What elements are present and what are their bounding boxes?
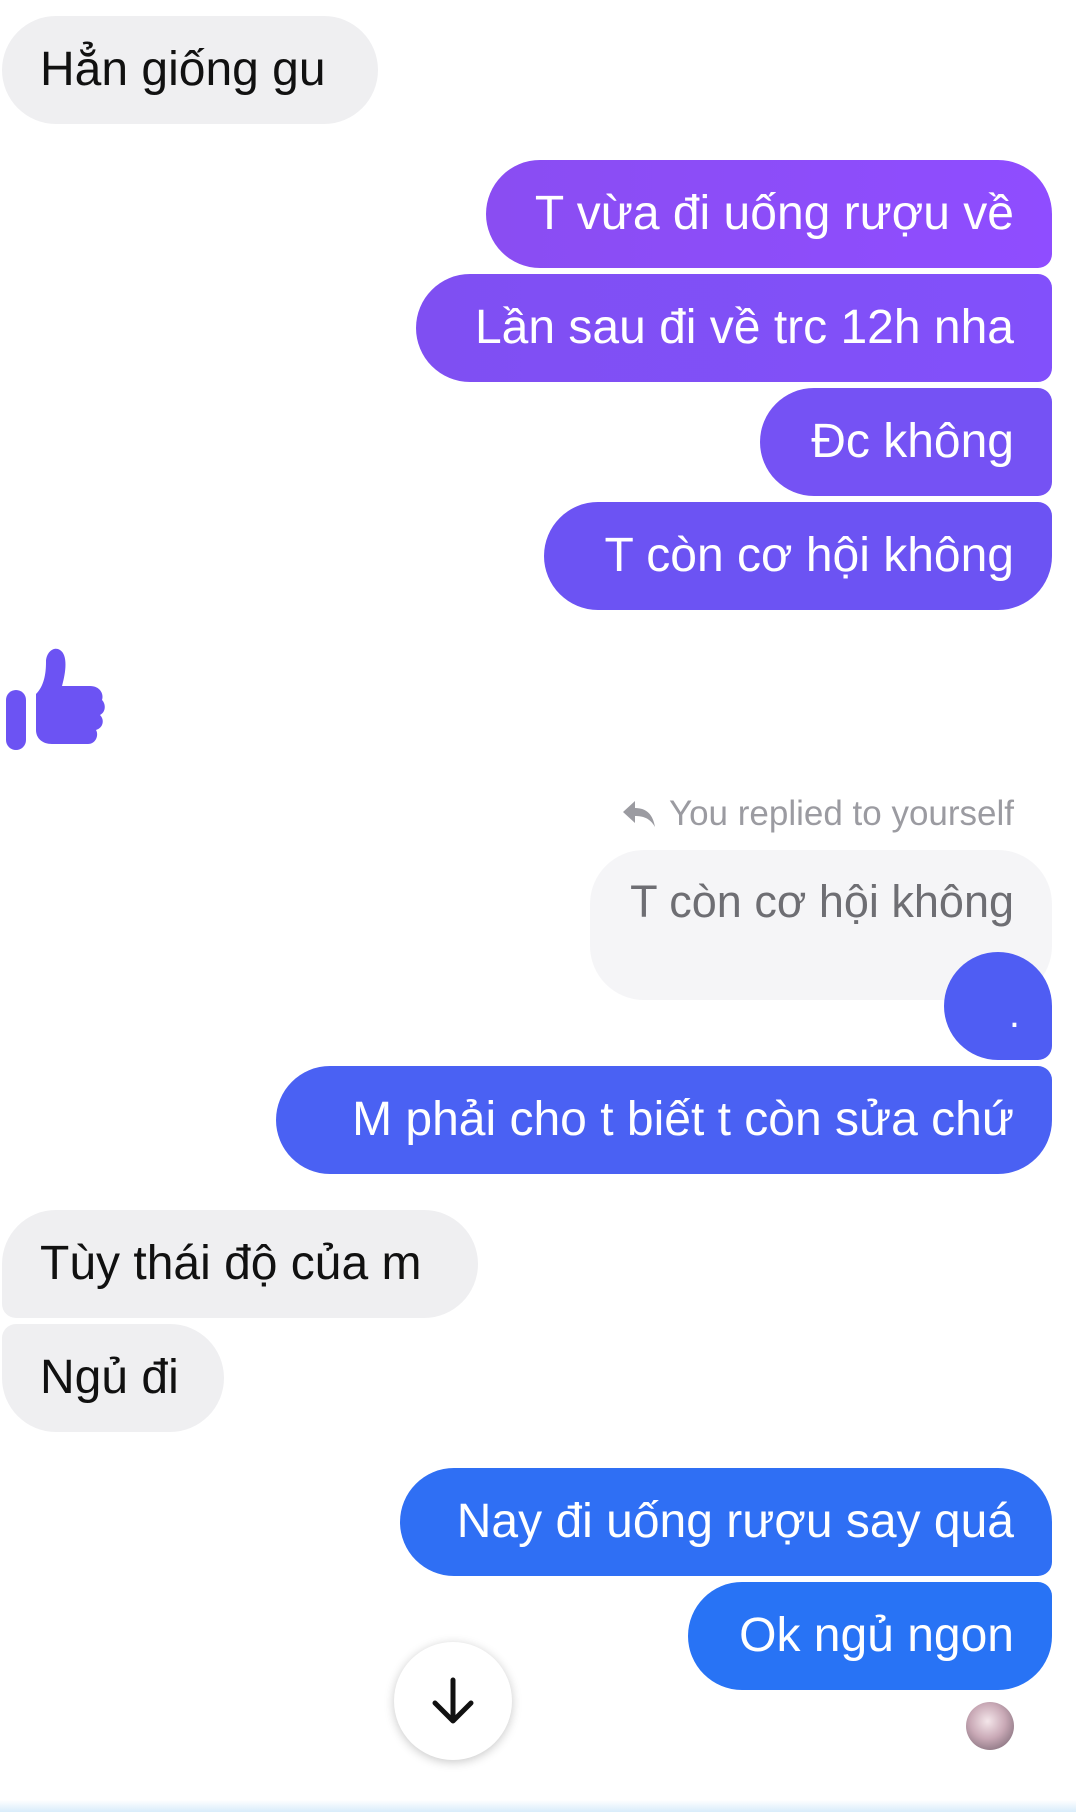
reply-arrow-icon [622,801,655,827]
message-outgoing[interactable]: T còn cơ hội không [544,502,1052,610]
message-incoming[interactable]: Ngủ đi [2,1324,224,1432]
message-outgoing[interactable]: Đc không [760,388,1052,496]
composer-edge [0,1800,1076,1812]
message-outgoing[interactable]: T vừa đi uống rượu về [486,160,1052,268]
message-incoming[interactable]: Hẳn giống gu [2,16,378,124]
message-text: . [1008,992,1020,1036]
message-outgoing[interactable]: M phải cho t biết t còn sửa chứ [276,1066,1052,1174]
seen-avatar [966,1702,1014,1750]
message-outgoing[interactable]: Ok ngủ ngon [688,1582,1052,1690]
message-incoming[interactable]: Tùy thái độ của m [2,1210,478,1318]
message-outgoing[interactable]: Nay đi uống rượu say quá [400,1468,1052,1576]
thumbs-up-icon[interactable] [4,644,108,754]
scroll-to-bottom-button[interactable] [394,1642,512,1760]
message-outgoing[interactable]: Lần sau đi về trc 12h nha [416,274,1052,382]
reply-indicator: You replied to yourself [621,792,1014,836]
message-outgoing-reply[interactable]: . [944,952,1052,1060]
arrow-down-icon [432,1677,474,1724]
reply-label-text: You replied to yourself [668,794,1014,833]
